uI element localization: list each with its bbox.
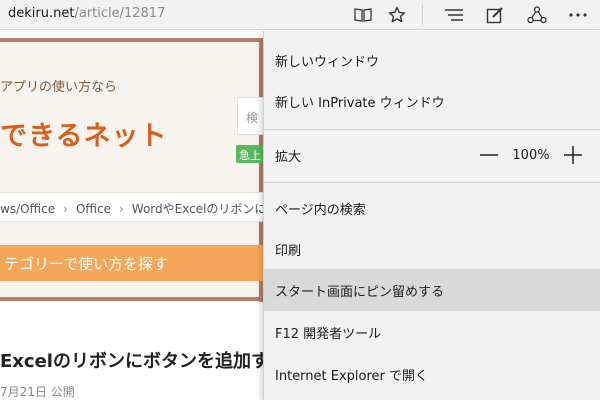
frame-bottom-border xyxy=(0,297,263,301)
more-actions-menu: 新しいウィンドウ 新しい InPrivate ウィンドウ 拡大 100% ページ… xyxy=(263,31,600,400)
breadcrumb-item[interactable]: WordやExcelのリボンにボ xyxy=(132,200,263,217)
url-path: /article/12817 xyxy=(74,6,166,21)
share-icon[interactable] xyxy=(520,0,554,30)
breadcrumb: ws/Office › Office › WordやExcelのリボンにボ xyxy=(0,192,263,222)
menu-item-new-inprivate-window[interactable]: 新しい InPrivate ウィンドウ xyxy=(264,81,600,121)
menu-item-pin-to-start[interactable]: スタート画面にピン留めする xyxy=(264,269,600,311)
favorites-star-icon[interactable] xyxy=(380,0,414,30)
menu-divider xyxy=(264,182,600,183)
url-field[interactable]: dekiru.net/article/12817 xyxy=(8,6,165,21)
menu-item-f12-developer-tools[interactable]: F12 開発者ツール xyxy=(264,312,600,352)
zoom-out-button[interactable] xyxy=(477,143,501,167)
article-date: 7月21日 公開 xyxy=(0,385,75,399)
address-bar: dekiru.net/article/12817 xyxy=(0,0,600,30)
toolbar-divider xyxy=(422,5,423,25)
menu-item-find-on-page[interactable]: ページ内の検索 xyxy=(264,188,600,228)
web-note-icon[interactable] xyxy=(478,0,512,30)
zoom-controls: 100% xyxy=(477,135,585,175)
rank-badge[interactable]: 急上 xyxy=(236,145,264,163)
menu-item-zoom: 拡大 100% xyxy=(264,135,600,175)
article-title: Excelのリボンにボタンを追加する xyxy=(0,351,263,372)
menu-divider xyxy=(264,129,600,130)
zoom-level: 100% xyxy=(512,147,550,163)
category-search-bar[interactable]: テゴリーで使い方を探す xyxy=(0,245,263,281)
hub-icon[interactable] xyxy=(437,0,471,30)
site-logo[interactable]: できるネット xyxy=(0,114,167,153)
breadcrumb-item[interactable]: ws/Office xyxy=(0,202,55,216)
menu-item-print[interactable]: 印刷 xyxy=(264,229,600,269)
url-host: dekiru.net xyxy=(8,6,75,21)
breadcrumb-item[interactable]: Office xyxy=(76,202,111,216)
breadcrumb-separator-icon: › xyxy=(63,202,68,216)
zoom-label: 拡大 xyxy=(275,149,302,165)
reading-view-icon[interactable] xyxy=(346,0,380,30)
site-tagline: アプリの使い方なら xyxy=(0,80,118,95)
menu-item-new-window[interactable]: 新しいウィンドウ xyxy=(264,41,600,79)
search-placeholder: 検 xyxy=(246,111,259,125)
more-icon[interactable] xyxy=(561,0,595,30)
zoom-in-button[interactable] xyxy=(561,143,585,167)
menu-item-open-with-internet-explorer[interactable]: Internet Explorer で開く xyxy=(264,354,600,394)
breadcrumb-separator-icon: › xyxy=(118,202,124,216)
